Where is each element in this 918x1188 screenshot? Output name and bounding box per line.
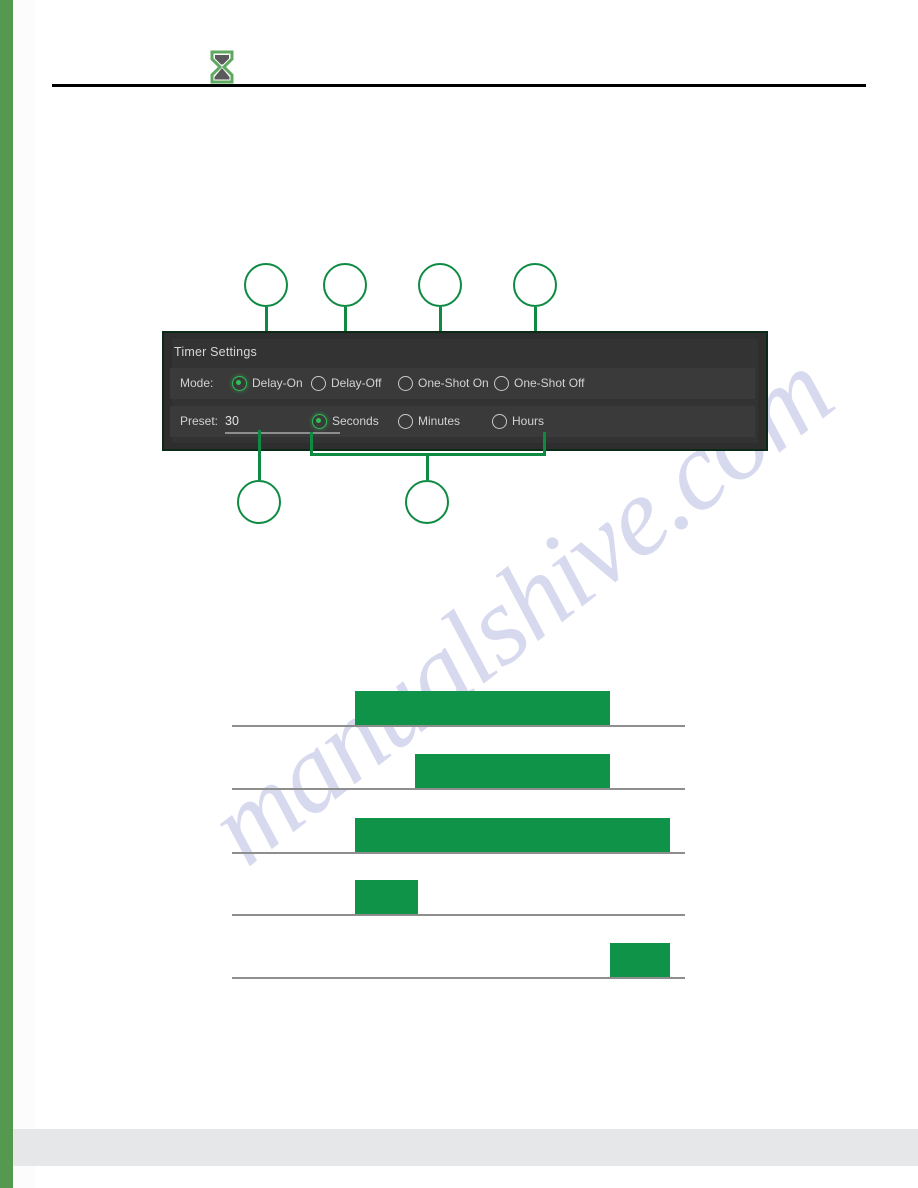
callout-bracket (310, 432, 546, 456)
radio-one-shot-on[interactable] (398, 376, 413, 391)
radio-delay-off[interactable] (311, 376, 326, 391)
waveform-pulse-1 (355, 691, 610, 725)
mode-label: Mode: (180, 376, 214, 390)
waveform-axis-4 (232, 914, 685, 916)
radio-seconds[interactable] (312, 414, 327, 429)
mode-row: Mode: Delay-On Delay-Off One-Shot On One… (170, 368, 755, 399)
footer-band (13, 1129, 918, 1166)
left-gutter (13, 0, 35, 1188)
waveform-pulse-5 (610, 943, 670, 977)
callout-2 (323, 263, 367, 307)
header-rule (52, 84, 866, 87)
callout-5 (237, 480, 281, 524)
callout-3 (418, 263, 462, 307)
radio-label-delay-off[interactable]: Delay-Off (331, 368, 381, 399)
callout-line-5 (258, 430, 261, 480)
timing-diagram (0, 0, 918, 1188)
waveform-axis-1 (232, 725, 685, 727)
radio-label-one-shot-off[interactable]: One-Shot Off (514, 368, 584, 399)
page-canvas: manualshive.com Timer Settings Mode: Del… (0, 0, 918, 1188)
waveform-pulse-4 (355, 880, 418, 914)
radio-label-one-shot-on[interactable]: One-Shot On (418, 368, 489, 399)
radio-hours[interactable] (492, 414, 507, 429)
callout-4 (513, 263, 557, 307)
callout-bracket-stem (426, 455, 429, 480)
waveform-axis-2 (232, 788, 685, 790)
radio-delay-on[interactable] (232, 376, 247, 391)
radio-minutes[interactable] (398, 414, 413, 429)
hourglass-icon (208, 50, 236, 84)
radio-one-shot-off[interactable] (494, 376, 509, 391)
callout-6 (405, 480, 449, 524)
waveform-axis-5 (232, 977, 685, 979)
preset-label: Preset: (180, 414, 219, 428)
radio-label-delay-on[interactable]: Delay-On (252, 368, 303, 399)
callout-1 (244, 263, 288, 307)
waveform-pulse-2 (415, 754, 610, 788)
left-accent-stripe (0, 0, 13, 1188)
waveform-axis-3 (232, 852, 685, 854)
panel-title: Timer Settings (174, 345, 257, 359)
waveform-pulse-3 (355, 818, 670, 852)
